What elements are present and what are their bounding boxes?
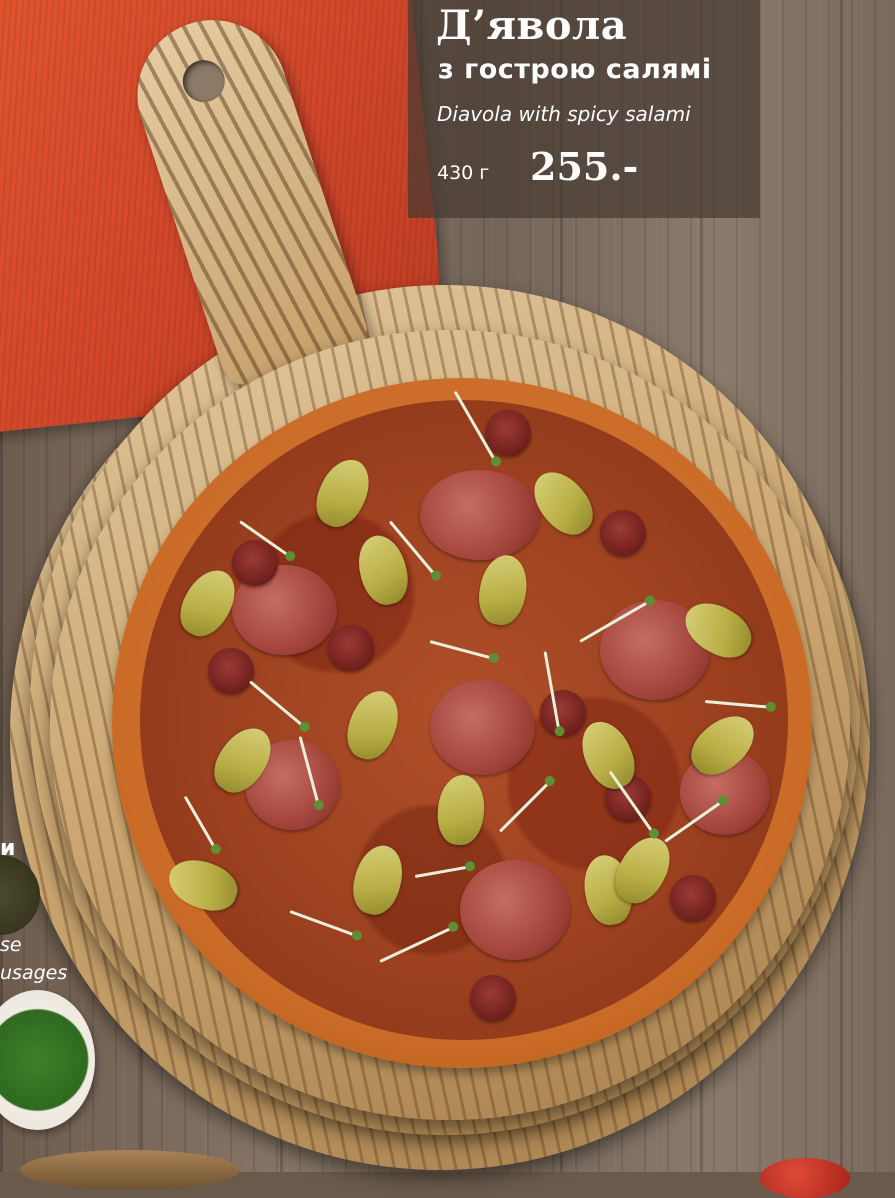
sausage-slice: [208, 648, 254, 694]
salami-slice: [430, 680, 535, 775]
dish-subtitle: з гострою салямі: [438, 54, 712, 85]
sausage-slice: [328, 625, 374, 671]
cropped-text-line: usages: [0, 962, 68, 984]
sausage-slice: [670, 875, 716, 921]
sausage-slice: [470, 975, 516, 1021]
dish-english-name: Diavola with spicy salami: [437, 102, 691, 126]
cropped-heading: и: [0, 836, 16, 861]
board-rim-bottom: [20, 1150, 240, 1190]
dish-weight: 430 г: [437, 162, 490, 184]
sausage-slice: [600, 510, 646, 556]
dish-title: Д’явола: [436, 2, 628, 49]
board-handle-hole: [177, 54, 231, 108]
sausage-slice: [485, 410, 531, 456]
salami-slice: [420, 470, 540, 560]
salami-slice: [460, 860, 570, 960]
sausage-slice: [232, 540, 278, 586]
cropped-text-line: se: [0, 934, 22, 956]
tomato: [760, 1158, 850, 1198]
dish-price: 255.-: [530, 144, 639, 189]
